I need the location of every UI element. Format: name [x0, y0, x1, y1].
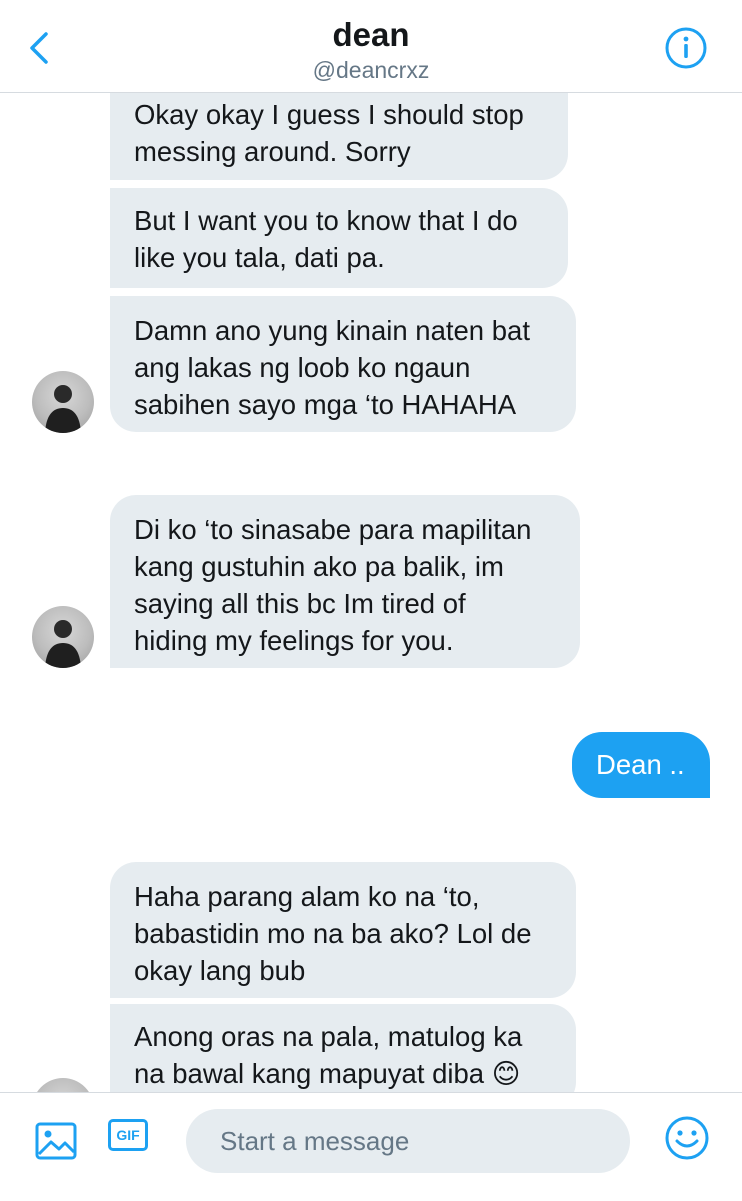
- message-composer: GIF: [0, 1092, 742, 1201]
- conversation-header: dean @deancrxz: [0, 0, 742, 93]
- avatar[interactable]: [32, 371, 94, 433]
- message-bubble[interactable]: Damn ano yung kinain naten bat ang lakas…: [110, 296, 576, 432]
- smiley-icon: [665, 1116, 709, 1160]
- info-icon: [665, 27, 707, 69]
- message-bubble[interactable]: But I want you to know that I do like yo…: [110, 188, 568, 288]
- message-input[interactable]: [186, 1109, 630, 1173]
- conversation-handle: @deancrxz: [312, 57, 430, 83]
- message-bubble[interactable]: Di ko ‘to sinasabe para mapilitan kang g…: [110, 495, 580, 668]
- message-thread[interactable]: Okay okay I guess I should stop messing …: [0, 92, 742, 1092]
- add-gif-button[interactable]: GIF: [108, 1119, 152, 1155]
- emoji-button[interactable]: [664, 1115, 710, 1161]
- message-bubble[interactable]: Anong oras na pala, matulog ka na bawal …: [110, 1004, 576, 1092]
- sent-message-bubble[interactable]: Dean ..: [572, 732, 710, 798]
- image-icon: [35, 1122, 77, 1160]
- message-bubble[interactable]: Haha parang alam ko na ‘to, babastidin m…: [110, 862, 576, 998]
- gif-icon: GIF: [108, 1119, 148, 1151]
- add-image-button[interactable]: [34, 1119, 78, 1163]
- info-button[interactable]: [664, 26, 708, 70]
- message-bubble[interactable]: Okay okay I guess I should stop messing …: [110, 92, 568, 180]
- avatar[interactable]: [32, 606, 94, 668]
- avatar[interactable]: [32, 1078, 94, 1092]
- conversation-title[interactable]: dean: [0, 16, 742, 54]
